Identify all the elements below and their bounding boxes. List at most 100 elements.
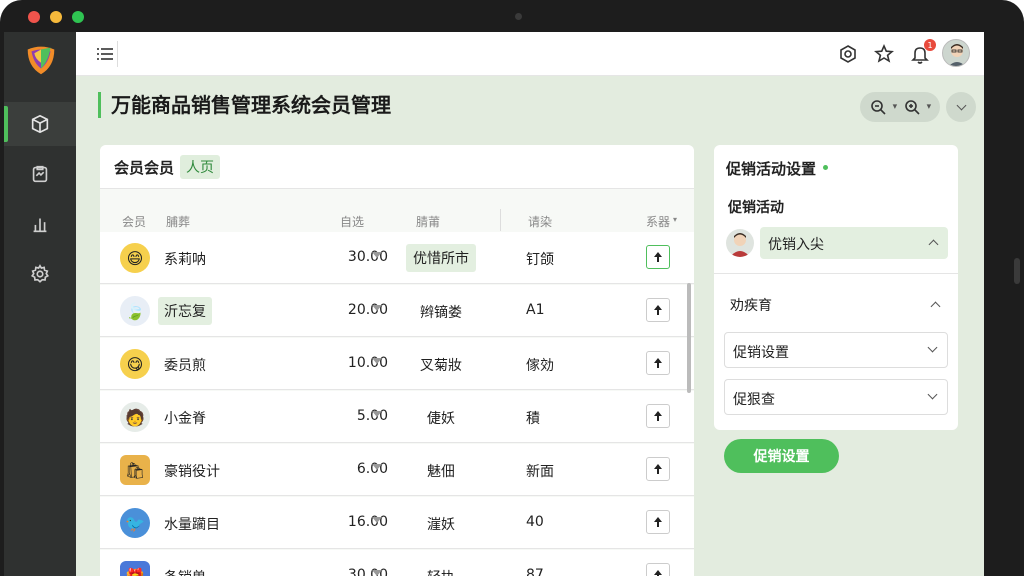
table-row[interactable]: 😋 委员煎 10.00 叉菊妝 傢効 — [100, 338, 694, 390]
expand-button[interactable] — [946, 92, 976, 122]
move-up-button[interactable] — [646, 298, 670, 322]
column-header[interactable]: 请染 — [528, 213, 552, 230]
nav-reports[interactable] — [4, 202, 76, 246]
minimize-window-dot[interactable] — [50, 11, 62, 23]
zoom-out-icon[interactable] — [869, 98, 887, 116]
promo-subtitle: 促销活动 — [728, 200, 784, 216]
promo-dropdown-2[interactable]: 促狠查 — [724, 379, 948, 415]
table-scrollbar[interactable] — [687, 283, 691, 393]
promo-selected-label: 优销入尖 — [768, 237, 824, 253]
member-name: 豪销役计 — [164, 464, 220, 480]
chevron-down-icon[interactable]: ▾ — [893, 102, 898, 112]
favorite-button[interactable] — [872, 42, 896, 66]
promo-selected-item[interactable]: 优销入尖 — [760, 227, 948, 259]
caret-down-icon[interactable] — [372, 464, 382, 470]
promo-section-label[interactable]: 劝疾育 — [730, 295, 772, 315]
person-avatar-icon — [730, 233, 750, 257]
column-header[interactable]: 腈莆 — [416, 213, 440, 230]
zoom-controls: ▾ ▾ — [860, 92, 940, 122]
chevron-up-icon[interactable] — [930, 301, 941, 312]
star-icon — [874, 44, 894, 63]
move-up-button[interactable] — [646, 245, 670, 269]
menu-icon — [96, 48, 113, 60]
move-up-button[interactable] — [646, 351, 670, 375]
arrow-up-icon — [654, 411, 662, 421]
caret-down-icon[interactable] — [372, 517, 382, 523]
arrow-up-icon — [654, 305, 662, 315]
member-type: 魅佃 — [427, 464, 455, 480]
member-status: 新面 — [526, 464, 554, 480]
bar-chart-icon — [33, 218, 47, 233]
member-type: 辫镝娄 — [420, 305, 462, 321]
member-name: 小金脊 — [164, 411, 206, 427]
sort-caret-icon[interactable]: ▾ — [673, 215, 677, 224]
table-row[interactable]: 🛍 豪销役计 6.00 魅佃 新面 — [100, 444, 694, 496]
member-name: 委员煎 — [164, 358, 206, 374]
caret-down-icon[interactable] — [372, 570, 382, 576]
member-name: 条销兽 — [164, 567, 206, 576]
member-type: 叉菊妝 — [420, 358, 462, 374]
home-button[interactable] — [836, 42, 860, 66]
page-title-bar: 万能商品销售管理系统会员管理 — [98, 92, 391, 118]
table-row[interactable]: 😄 系莉呐 30.00 优惜所市 钉颌 — [100, 232, 694, 284]
members-panel: 会员会员 人页 会员 脯葬 自选 腈莆 请染 系器 ▾ 😄 系莉呐 30.00 … — [100, 145, 694, 576]
column-header[interactable]: 自选 — [340, 213, 364, 230]
nav-orders[interactable] — [4, 152, 76, 196]
promo-settings-button[interactable]: 促销设置 — [724, 439, 839, 473]
member-avatar: 😄 — [120, 243, 150, 273]
member-name: 沂忘复 — [158, 297, 212, 325]
caret-down-icon[interactable] — [372, 252, 382, 258]
menu-toggle-button[interactable] — [92, 41, 118, 67]
member-type: 优惜所市 — [406, 244, 476, 272]
zoom-in-icon[interactable] — [903, 98, 921, 116]
chevron-up-icon — [928, 239, 939, 250]
member-name: 系莉呐 — [164, 252, 206, 268]
member-status: 積 — [526, 411, 540, 427]
member-status: 傢効 — [526, 358, 554, 374]
member-avatar: 🐦 — [120, 508, 150, 538]
table-row[interactable]: 🍃 沂忘复 20.00 辫镝娄 A1 — [100, 285, 694, 337]
table-row[interactable]: 🧑 小金脊 5.00 倢妖 積 — [100, 391, 694, 443]
table-row[interactable]: 🎁 条销兽 30.00 轻执 87 — [100, 550, 694, 576]
home-icon — [840, 45, 856, 63]
nav-products[interactable] — [4, 102, 76, 146]
arrow-up-icon — [654, 358, 662, 368]
table-row[interactable]: 🐦 水量躏目 16.00 漄妖 40 — [100, 497, 694, 549]
chevron-down-icon — [927, 342, 938, 353]
move-up-button[interactable] — [646, 404, 670, 428]
topbar: 1 — [76, 32, 984, 76]
column-header[interactable]: 系器 — [646, 213, 670, 230]
maximize-window-dot[interactable] — [72, 11, 84, 23]
sidebar — [4, 32, 76, 576]
member-avatar: 🧑 — [120, 402, 150, 432]
device-frame: 1 万能商品销售管理系统会员管理 ▾ ▾ 会员会员 人页 会员 脯葬 自选 腈莆… — [0, 0, 1024, 576]
caret-down-icon[interactable] — [372, 411, 382, 417]
notification-badge: 1 — [924, 39, 936, 51]
arrow-up-icon — [654, 570, 662, 576]
box-icon — [31, 114, 49, 134]
member-avatar: 🛍 — [120, 455, 150, 485]
dropdown-value: 促销设置 — [733, 345, 789, 361]
close-window-dot[interactable] — [28, 11, 40, 23]
column-divider — [500, 209, 501, 231]
member-name: 水量躏目 — [164, 517, 220, 533]
members-panel-tag[interactable]: 人页 — [180, 155, 220, 179]
notifications-button[interactable]: 1 — [908, 39, 936, 66]
column-header: 会员 — [122, 215, 147, 229]
nav-settings[interactable] — [4, 252, 76, 296]
move-up-button[interactable] — [646, 510, 670, 534]
member-avatar: 😋 — [120, 349, 150, 379]
user-avatar[interactable] — [942, 39, 970, 67]
promo-dropdown-1[interactable]: 促销设置 — [724, 332, 948, 368]
member-type: 倢妖 — [427, 411, 455, 427]
column-header[interactable]: 脯葬 — [166, 213, 190, 230]
arrow-up-icon — [654, 252, 662, 262]
member-status: A1 — [526, 302, 545, 318]
chevron-down-icon[interactable]: ▾ — [927, 102, 932, 112]
clipboard-icon — [32, 165, 48, 183]
members-panel-title: 会员会员 — [114, 159, 175, 177]
move-up-button[interactable] — [646, 563, 670, 576]
caret-down-icon[interactable] — [372, 358, 382, 364]
caret-down-icon[interactable] — [372, 305, 382, 311]
move-up-button[interactable] — [646, 457, 670, 481]
